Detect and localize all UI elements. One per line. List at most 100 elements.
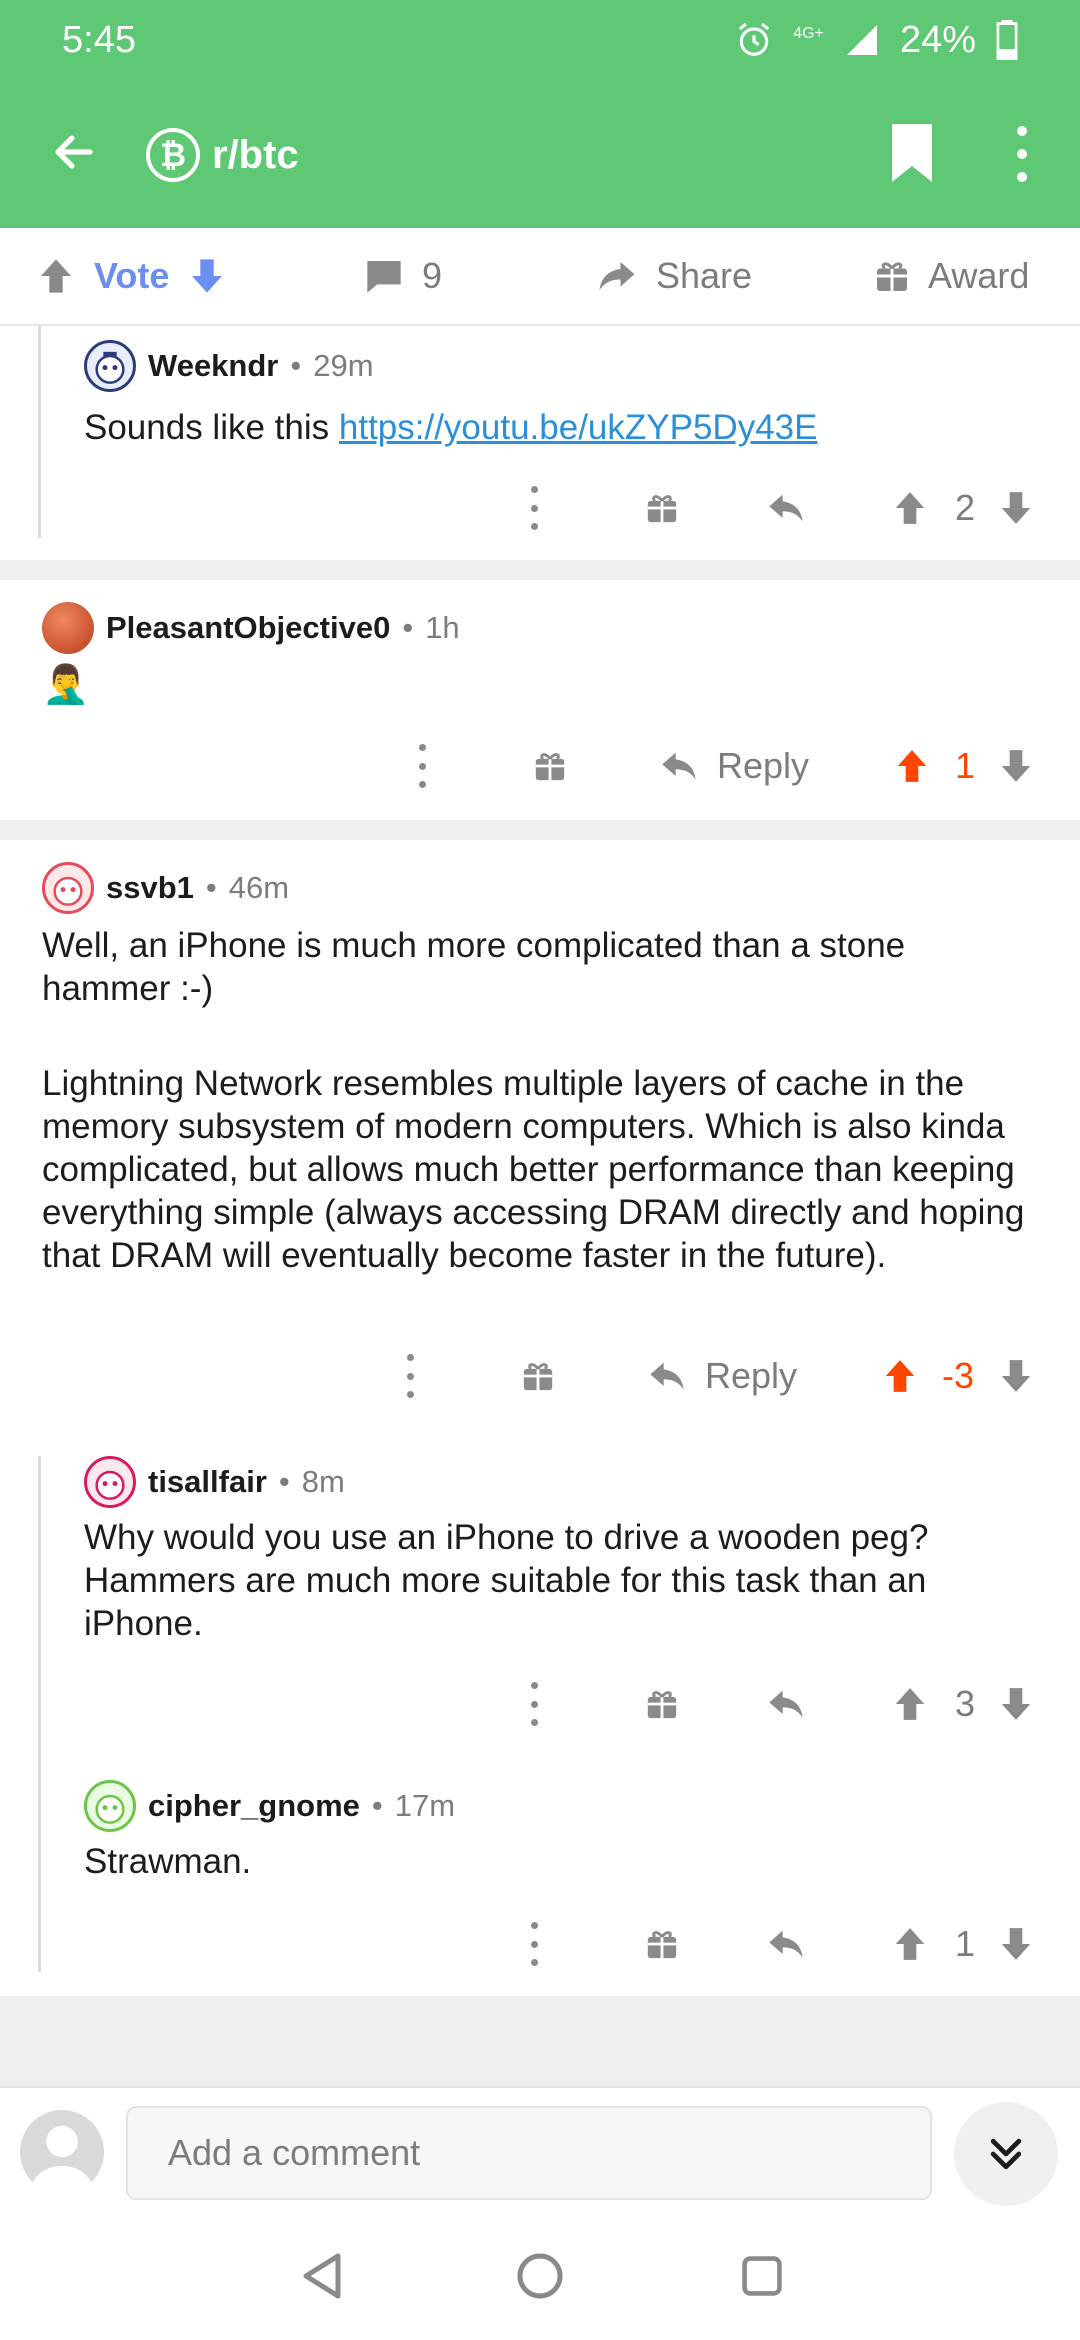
downvote-icon [1001,750,1031,782]
award-comment-button[interactable] [518,1346,558,1406]
list-end-spacer [0,1996,1080,2086]
comment-toolbar: 2 [0,478,1080,538]
separator-dot: • [290,348,302,383]
upvote-button[interactable] [890,478,930,538]
comment-paragraph: Well, an iPhone is much more complicated… [42,926,906,1008]
avatar[interactable] [84,340,136,392]
reply-button[interactable]: Reply [654,736,814,796]
downvote-button[interactable] [996,478,1036,538]
status-icons: 4G+ 24% [735,19,1018,62]
bookmark-button[interactable] [888,124,936,182]
reply-icon [769,494,803,522]
reply-button[interactable]: Reply [642,1346,802,1406]
reply-button[interactable] [764,1674,808,1734]
comment-more-button[interactable] [404,1346,416,1406]
downvote-icon [1001,1688,1031,1720]
subreddit-title[interactable]: r/btc [212,128,299,182]
back-arrow-icon [55,135,93,169]
comment-text: Sounds like this [84,408,339,447]
comment-composer: Add a comment [0,2086,1080,2212]
snoo-avatar-icon [95,351,125,384]
comment-author[interactable]: Weekndr [148,348,278,384]
comment-ssvb1: ssvb1 • 46m Well, an iPhone is much more… [0,840,1080,1426]
battery-percent: 24% [899,18,976,61]
battery-icon [996,20,1018,60]
award-comment-button[interactable] [642,1914,682,1974]
comments-button[interactable]: 9 [364,228,442,324]
comment-author[interactable]: tisallfair [148,1464,267,1500]
more-dot-icon [1017,172,1027,182]
avatar[interactable] [84,1456,136,1508]
system-navigation-bar [0,2212,1080,2340]
comment-body: Why would you use an iPhone to drive a w… [84,1518,929,1643]
comment-link[interactable]: https://youtu.be/ukZYP5Dy43E [339,408,818,447]
nav-back-button[interactable] [290,2244,354,2308]
share-icon [599,262,635,290]
comment-paragraph: Lightning Network resembles multiple lay… [42,1064,1025,1275]
comment-more-button[interactable] [528,1914,540,1974]
gift-icon [647,1691,677,1719]
upvote-icon [885,1360,915,1392]
subreddit-icon[interactable]: ₿ [146,128,200,182]
comment-author[interactable]: cipher_gnome [148,1788,360,1824]
award-comment-button[interactable] [530,736,570,796]
comment-author[interactable]: PleasantObjective0 [106,610,390,646]
vote-group: Vote [36,228,227,324]
upvote-button[interactable] [890,1914,930,1974]
upvote-button[interactable] [892,736,932,796]
avatar[interactable] [42,862,94,914]
comment-input[interactable]: Add a comment [126,2106,932,2200]
award-comment-button[interactable] [642,478,682,538]
upvote-icon[interactable] [36,256,76,296]
gift-icon [877,262,907,291]
downvote-icon[interactable] [187,256,227,296]
nav-recents-button[interactable] [730,2244,794,2308]
upvote-icon [895,1688,925,1720]
share-button[interactable]: Share [596,228,752,324]
award-button[interactable]: Award [874,228,1029,324]
vote-label: Vote [94,255,170,296]
upvote-button[interactable] [880,1346,920,1406]
avatar[interactable] [84,1780,136,1832]
comment-body: Sounds like this https://youtu.be/ukZYP5… [84,406,1044,449]
upvote-icon [895,492,925,524]
collapse-button[interactable] [954,2102,1058,2206]
reply-button[interactable] [764,478,808,538]
back-button[interactable] [46,122,102,182]
comment-age: 8m [301,1464,345,1499]
comment-more-button[interactable] [416,736,428,796]
award-comment-button[interactable] [642,1674,682,1734]
downvote-button[interactable] [996,1914,1036,1974]
square-recents-icon [742,2256,782,2296]
comment-cipher-gnome: cipher_gnome • 17m Strawman. 1 [0,1752,1080,1996]
reply-button[interactable] [764,1914,808,1974]
comment-tisallfair: tisallfair • 8m Why would you use an iPh… [0,1426,1080,1752]
comment-more-button[interactable] [528,478,540,538]
separator-dot: • [205,870,217,905]
comment-separator [0,820,1080,840]
comment-score: 1 [954,1923,976,1964]
status-time: 5:45 [62,18,136,61]
downvote-button[interactable] [996,1346,1036,1406]
user-avatar[interactable] [20,2110,104,2194]
comment-weekndr: Weekndr • 29m Sounds like this https://y… [0,326,1080,560]
comment-toolbar: Reply 1 [0,736,1080,796]
downvote-button[interactable] [996,1674,1036,1734]
snoo-avatar-icon [95,1470,125,1500]
downvote-icon [1001,1360,1031,1392]
comment-emoji: 🤦‍♂️ [42,664,90,706]
nav-home-button[interactable] [508,2244,572,2308]
more-options-button[interactable] [1004,126,1040,182]
gift-icon [535,753,565,781]
comment-toolbar: Reply -3 [0,1346,1080,1406]
avatar[interactable] [42,602,94,654]
upvote-button[interactable] [890,1674,930,1734]
comment-more-button[interactable] [528,1674,540,1734]
app-bar: ₿ r/btc [0,80,1080,228]
double-chevron-down-icon [990,2138,1022,2170]
comment-author[interactable]: ssvb1 [106,870,194,906]
award-label: Award [928,255,1030,296]
downvote-button[interactable] [996,736,1036,796]
gift-icon [647,1931,677,1959]
comment-score: 1 [954,745,976,786]
